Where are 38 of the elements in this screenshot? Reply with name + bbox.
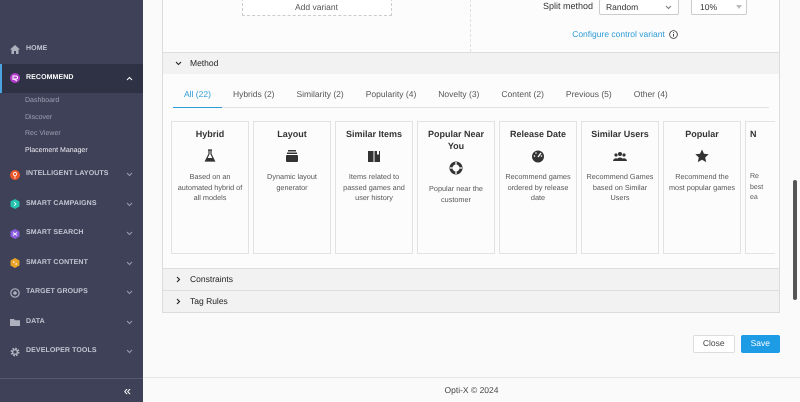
- filter-tab[interactable]: Previous (5): [554, 84, 623, 108]
- star-icon: [695, 148, 709, 163]
- home-icon: [10, 44, 20, 54]
- gear-icon: [10, 346, 20, 356]
- flask-icon: [203, 148, 217, 163]
- target-icon: [10, 288, 20, 298]
- book-icon: [367, 148, 381, 163]
- filter-tab[interactable]: Content (2): [490, 84, 555, 108]
- hexagon-icon: [10, 199, 20, 209]
- lifebuoy-icon: [449, 160, 463, 175]
- percent-input[interactable]: 10%: [691, 0, 748, 15]
- chevron-down-icon: [175, 60, 182, 67]
- chevron-down-icon: [665, 4, 672, 10]
- gauge-icon: [531, 148, 545, 163]
- folder-icon: [10, 317, 20, 327]
- add-variant-button[interactable]: Add variant: [242, 0, 392, 16]
- close-button[interactable]: Close: [692, 334, 735, 353]
- section-header[interactable]: Method: [163, 52, 779, 74]
- content-icon: [10, 258, 20, 268]
- split-method-label: Split method: [542, 0, 594, 14]
- filter-tab[interactable]: Popularity (4): [354, 84, 428, 108]
- section-header[interactable]: Tag Rules: [163, 290, 779, 312]
- collapse-button[interactable]: «: [124, 384, 131, 397]
- filter-tab[interactable]: Novelty (3): [427, 84, 490, 108]
- layers-icon: [285, 148, 299, 163]
- filter-tab[interactable]: Other (4): [622, 84, 679, 108]
- filter-tab[interactable]: Hybrids (2): [222, 84, 286, 108]
- recommend-icon: [10, 73, 20, 84]
- section-header[interactable]: Constraints: [163, 268, 779, 290]
- footer-text: Opti-X © 2024: [143, 377, 800, 402]
- scrollbar-thumb[interactable]: [793, 180, 797, 300]
- spinner-icon: [736, 5, 742, 9]
- chevron-right-icon: [175, 298, 182, 305]
- split-method-select[interactable]: Random: [599, 0, 680, 15]
- filter-tab[interactable]: Similarity (2): [286, 84, 355, 108]
- info-icon: [668, 30, 678, 39]
- search-hexagon-icon: [10, 228, 20, 238]
- chevron-right-icon: [175, 276, 182, 283]
